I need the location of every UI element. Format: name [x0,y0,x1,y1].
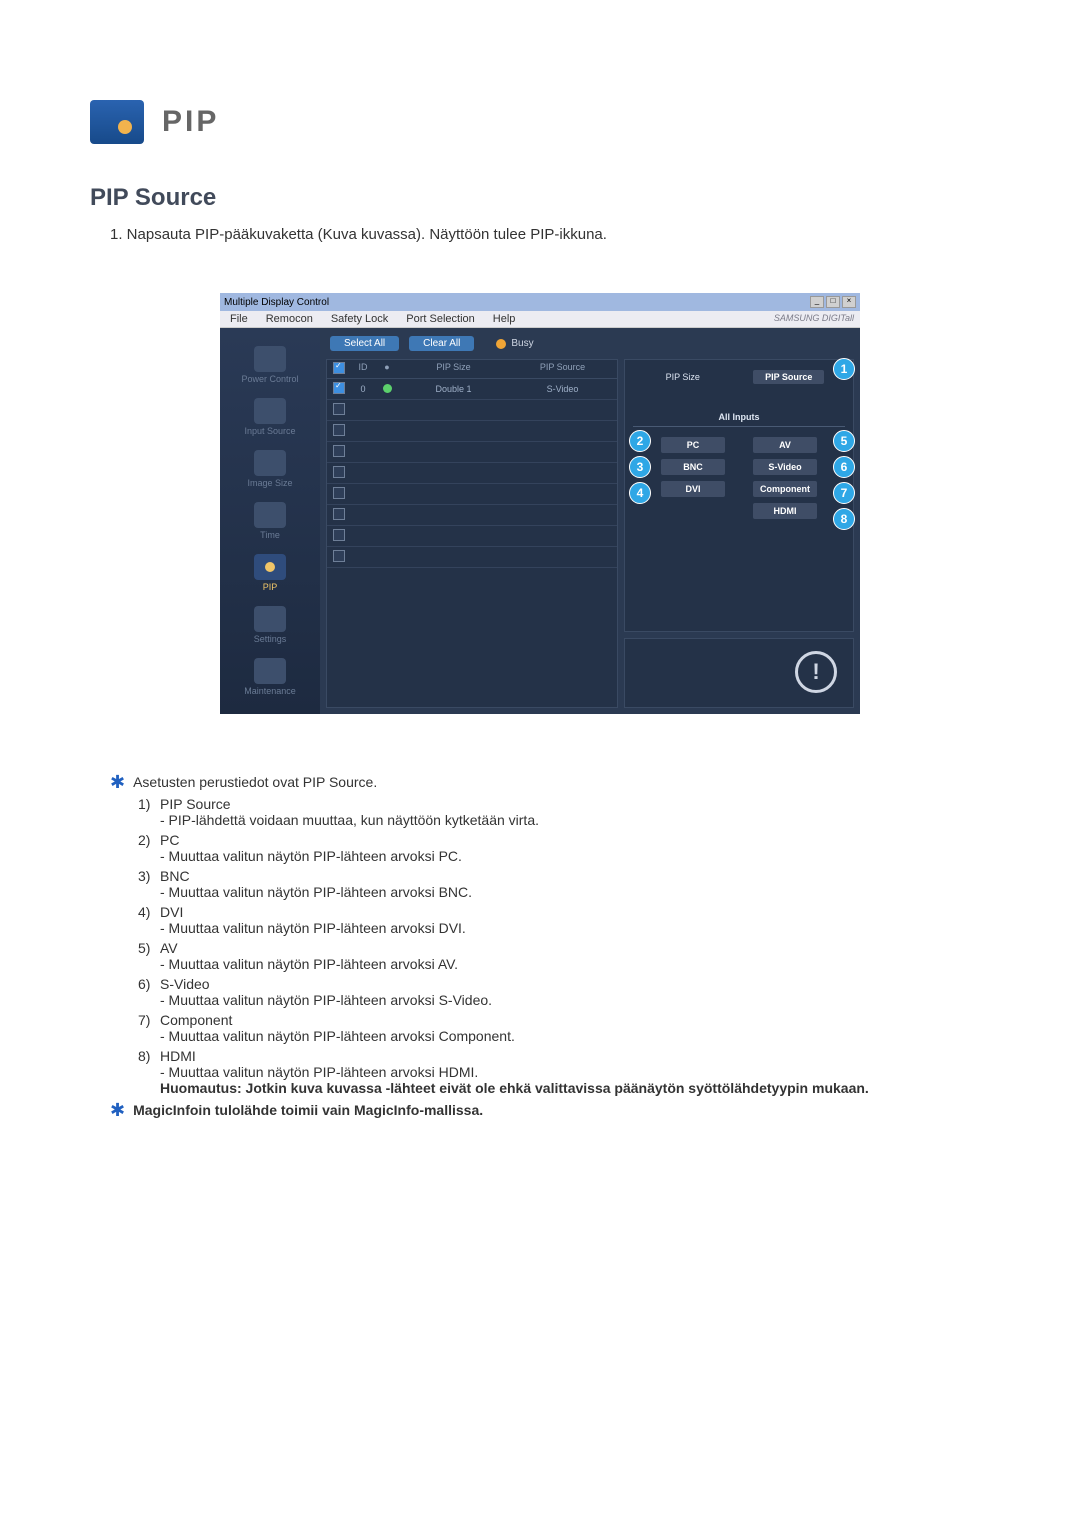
status-footer-panel: ! [624,638,854,708]
row-checkbox[interactable] [333,445,345,457]
callout-7: 7 [833,482,855,504]
busy-indicator: Busy [496,338,533,349]
menu-remocon[interactable]: Remocon [266,313,313,325]
list-item: 8)HDMI- Muuttaa valitun näytön PIP-lähte… [138,1048,990,1096]
callout-1: 1 [833,358,855,380]
select-all-button[interactable]: Select All [330,336,399,351]
status-led-icon [383,384,392,393]
input-hdmi-button[interactable]: HDMI [753,503,817,519]
callout-8: 8 [833,508,855,530]
table-row[interactable] [327,547,617,568]
list-item: 6)S-Video- Muuttaa valitun näytön PIP-lä… [138,976,990,1008]
list-item: 1)PIP Source- PIP-lähdettä voidaan muutt… [138,796,990,828]
list-item: 5)AV- Muuttaa valitun näytön PIP-lähteen… [138,940,990,972]
table-row[interactable] [327,421,617,442]
sidebar-item-image-size[interactable]: Image Size [220,446,320,492]
clear-all-button[interactable]: Clear All [409,336,474,351]
input-av-button[interactable]: AV [753,437,817,453]
callout-4: 4 [629,482,651,504]
list-item: 7)Component- Muuttaa valitun näytön PIP-… [138,1012,990,1044]
star-icon: ✱ [110,774,125,790]
sidebar-item-pip[interactable]: PIP [220,550,320,596]
input-dvi-button[interactable]: DVI [661,481,725,497]
minimize-button[interactable]: _ [810,296,824,308]
col-pip-source: PIP Source [508,360,617,378]
table-row[interactable] [327,463,617,484]
table-row[interactable] [327,442,617,463]
col-check [327,360,351,378]
input-pc-button[interactable]: PC [661,437,725,453]
note-star1: Asetusten perustiedot ovat PIP Source. [133,774,377,790]
input-bnc-button[interactable]: BNC [661,459,725,475]
sidebar-item-power-control[interactable]: Power Control [220,342,320,388]
list-item: 4)DVI- Muuttaa valitun näytön PIP-lähtee… [138,904,990,936]
close-button[interactable]: × [842,296,856,308]
warning-icon: ! [795,651,837,693]
row-checkbox[interactable] [333,529,345,541]
all-inputs-header: All Inputs [633,412,845,427]
right-panel: PIP Size PIP Source All Inputs PC AV BNC… [624,359,854,632]
list-item: 2)PC- Muuttaa valitun näytön PIP-lähteen… [138,832,990,864]
note-bold: Huomautus: Jotkin kuva kuvassa -lähteet … [160,1080,990,1096]
sidebar-item-maintenance[interactable]: Maintenance [220,654,320,700]
pip-header-icon [90,100,144,144]
table-row[interactable] [327,400,617,421]
tab-pip-size[interactable]: PIP Size [654,370,712,384]
sidebar-item-settings[interactable]: Settings [220,602,320,648]
menu-file[interactable]: File [230,313,248,325]
callout-3: 3 [629,456,651,478]
col-pip-size: PIP Size [399,360,508,378]
maximize-button[interactable]: □ [826,296,840,308]
table-row[interactable]: 0 Double 1 S-Video [327,379,617,400]
app-screenshot: Multiple Display Control _ □ × File Remo… [220,293,860,714]
section-title: PIP Source [90,184,990,212]
table-row[interactable] [327,526,617,547]
list-item: 3)BNC- Muuttaa valitun näytön PIP-lähtee… [138,868,990,900]
col-status: ● [375,360,399,378]
table-row[interactable] [327,505,617,526]
window-title: Multiple Display Control [224,297,329,308]
row-checkbox[interactable] [333,466,345,478]
busy-dot-icon [496,339,506,349]
star-icon: ✱ [110,1102,125,1118]
note-star2: MagicInfoin tulolähde toimii vain MagicI… [133,1102,483,1118]
row-checkbox[interactable] [333,424,345,436]
table-row[interactable] [327,484,617,505]
section-intro: 1. Napsauta PIP-pääkuvaketta (Kuva kuvas… [110,226,990,243]
row-checkbox[interactable] [333,403,345,415]
input-svideo-button[interactable]: S-Video [753,459,817,475]
col-id: ID [351,360,375,378]
callout-2: 2 [629,430,651,452]
row-checkbox[interactable] [333,550,345,562]
menu-safetylock[interactable]: Safety Lock [331,313,388,325]
brand-label: SAMSUNG DIGITall [774,313,854,323]
menu-help[interactable]: Help [493,313,516,325]
page-title: PIP [162,105,219,139]
row-checkbox[interactable] [333,382,345,394]
window-buttons: _ □ × [810,296,856,308]
tab-pip-source[interactable]: PIP Source [753,370,824,384]
menu-portselection[interactable]: Port Selection [406,313,474,325]
display-grid: ID ● PIP Size PIP Source 0 Double 1 S-Vi… [326,359,618,708]
callout-5: 5 [833,430,855,452]
sidebar-item-input-source[interactable]: Input Source [220,394,320,440]
row-checkbox[interactable] [333,487,345,499]
row-checkbox[interactable] [333,508,345,520]
callout-6: 6 [833,456,855,478]
input-component-button[interactable]: Component [753,481,817,497]
sidebar-item-time[interactable]: Time [220,498,320,544]
